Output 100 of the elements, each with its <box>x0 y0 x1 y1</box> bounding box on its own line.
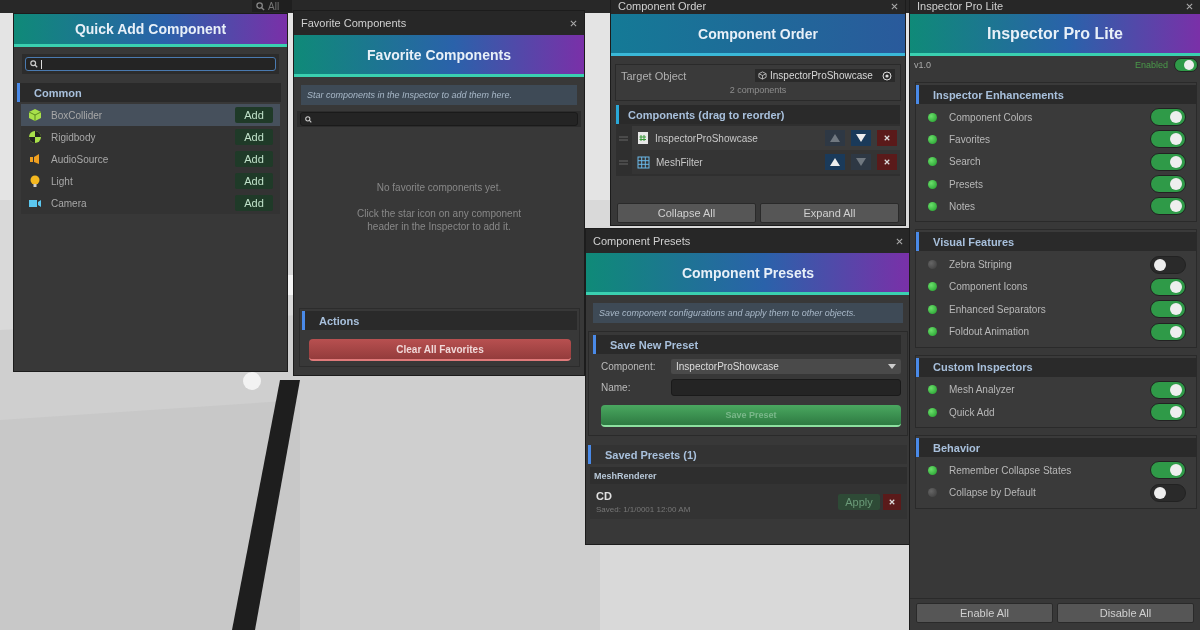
search-field[interactable]: All <box>252 0 292 12</box>
section-title: Actions <box>319 314 360 327</box>
toggle-switch[interactable] <box>1150 483 1186 502</box>
toolbar-button[interactable]: Expand All <box>760 203 899 223</box>
header-title: Component Presets <box>681 264 815 281</box>
toggle-switch[interactable] <box>1150 175 1186 194</box>
section-title: Visual Features <box>933 236 1015 248</box>
toggle-switch[interactable] <box>1150 380 1186 399</box>
status-dot <box>928 407 937 417</box>
setting-label: Favorites <box>948 133 992 145</box>
toggle-switch[interactable] <box>1150 461 1186 480</box>
field-label: Target Object <box>621 69 687 82</box>
toggle-switch[interactable] <box>1150 197 1186 216</box>
move-down-button[interactable] <box>851 130 871 146</box>
remove-button[interactable] <box>877 154 897 170</box>
component-count: 2 components <box>728 84 788 97</box>
drag-handle-icon[interactable] <box>619 135 628 141</box>
hint-text: Save component configurations and apply them to other objects. <box>593 303 903 323</box>
section-title: Behavior <box>933 441 981 454</box>
component-dropdown[interactable]: InspectorProShowcase <box>671 359 901 374</box>
setting-label: Collapse by Default <box>948 487 1037 499</box>
toggle-switch[interactable] <box>1150 152 1186 171</box>
component-name: Light <box>51 175 74 187</box>
toolbar-button[interactable]: Enable All <box>916 603 1053 623</box>
object-field[interactable]: InspectorProShowcase <box>755 69 895 82</box>
cube-icon <box>28 108 42 122</box>
search-icon <box>305 115 312 123</box>
search-field[interactable] <box>25 57 276 71</box>
search-field[interactable] <box>300 112 578 126</box>
close-icon <box>889 499 895 505</box>
toggle-switch[interactable] <box>1150 300 1186 319</box>
status-dot <box>928 304 937 314</box>
remove-button[interactable] <box>877 130 897 146</box>
toggle-switch[interactable] <box>1150 403 1186 422</box>
status-dot <box>928 282 937 292</box>
drag-handle-icon[interactable] <box>619 159 628 165</box>
clear-favorites-button[interactable]: Clear All Favorites <box>309 339 571 361</box>
status-dot <box>928 157 937 167</box>
down-arrow-icon <box>856 134 866 142</box>
status-dot <box>928 179 937 189</box>
setting-label: Search <box>948 156 982 168</box>
component-row[interactable]: InspectorProShowcase <box>632 126 900 150</box>
toggle-switch[interactable] <box>1150 322 1186 341</box>
toggle-switch[interactable] <box>1150 255 1186 274</box>
component-item[interactable]: Light Add <box>21 170 280 192</box>
move-up-button[interactable] <box>825 154 845 170</box>
toolbar-button[interactable]: Collapse All <box>617 203 756 223</box>
section-title: Common <box>34 86 82 99</box>
empty-description: Click the star icon on any component header in the Inspector to add it. <box>356 207 522 233</box>
component-name: AudioSource <box>51 153 110 165</box>
close-icon <box>884 135 890 141</box>
preset-name: CD <box>596 490 613 502</box>
add-button[interactable]: Add <box>235 151 273 167</box>
component-row[interactable]: MeshFilter <box>632 150 900 174</box>
setting-label: Notes <box>948 200 977 212</box>
delete-button[interactable] <box>883 494 901 510</box>
caret-icon <box>888 364 896 369</box>
status-dot <box>928 134 937 144</box>
component-item[interactable]: Camera Add <box>21 192 280 214</box>
close-icon[interactable] <box>570 19 577 27</box>
up-arrow-icon <box>830 134 840 142</box>
cube-icon <box>758 71 767 80</box>
header-title: Inspector Pro Lite <box>987 24 1123 43</box>
component-name: Camera <box>51 197 88 209</box>
add-button[interactable]: Add <box>235 173 273 189</box>
search-icon <box>30 60 38 68</box>
toggle-switch[interactable] <box>1174 58 1198 72</box>
header-title: Quick Add Component <box>74 21 227 37</box>
name-field[interactable] <box>671 379 901 396</box>
version-label: v1.0 <box>914 60 932 70</box>
window-title: Favorite Components <box>301 17 407 29</box>
enabled-label: Enabled <box>1134 60 1168 70</box>
component-item[interactable]: Rigidbody Add <box>21 126 280 148</box>
setting-label: Enhanced Separators <box>948 303 1047 315</box>
component-item[interactable]: BoxCollider Add <box>21 104 280 126</box>
target-icon[interactable] <box>882 70 892 81</box>
add-button[interactable]: Add <box>235 107 273 123</box>
status-dot <box>928 260 937 270</box>
setting-label: Component Colors <box>948 111 1034 123</box>
down-arrow-icon <box>856 158 866 166</box>
setting-label: Zebra Striping <box>948 259 1013 271</box>
component-item[interactable]: AudioSource Add <box>21 148 280 170</box>
section-title: Inspector Enhancements <box>933 88 1064 101</box>
close-icon[interactable] <box>1186 2 1193 10</box>
status-dot <box>928 112 937 122</box>
window-title: Component Presets <box>593 235 691 247</box>
group-title: MeshRenderer <box>594 470 657 481</box>
add-button[interactable]: Add <box>235 129 273 145</box>
close-icon[interactable] <box>891 2 898 10</box>
toolbar-button[interactable]: Disable All <box>1057 603 1194 623</box>
component-name: BoxCollider <box>51 109 104 121</box>
setting-label: Foldout Animation <box>948 326 1031 337</box>
setting-label: Presets <box>948 178 984 190</box>
toggle-switch[interactable] <box>1150 108 1186 127</box>
close-icon[interactable] <box>896 237 903 245</box>
add-button[interactable]: Add <box>235 195 273 211</box>
window-title: Component Order <box>618 0 707 12</box>
window-title: Inspector Pro Lite <box>917 0 1004 12</box>
toggle-switch[interactable] <box>1150 130 1186 149</box>
toggle-switch[interactable] <box>1150 277 1186 296</box>
